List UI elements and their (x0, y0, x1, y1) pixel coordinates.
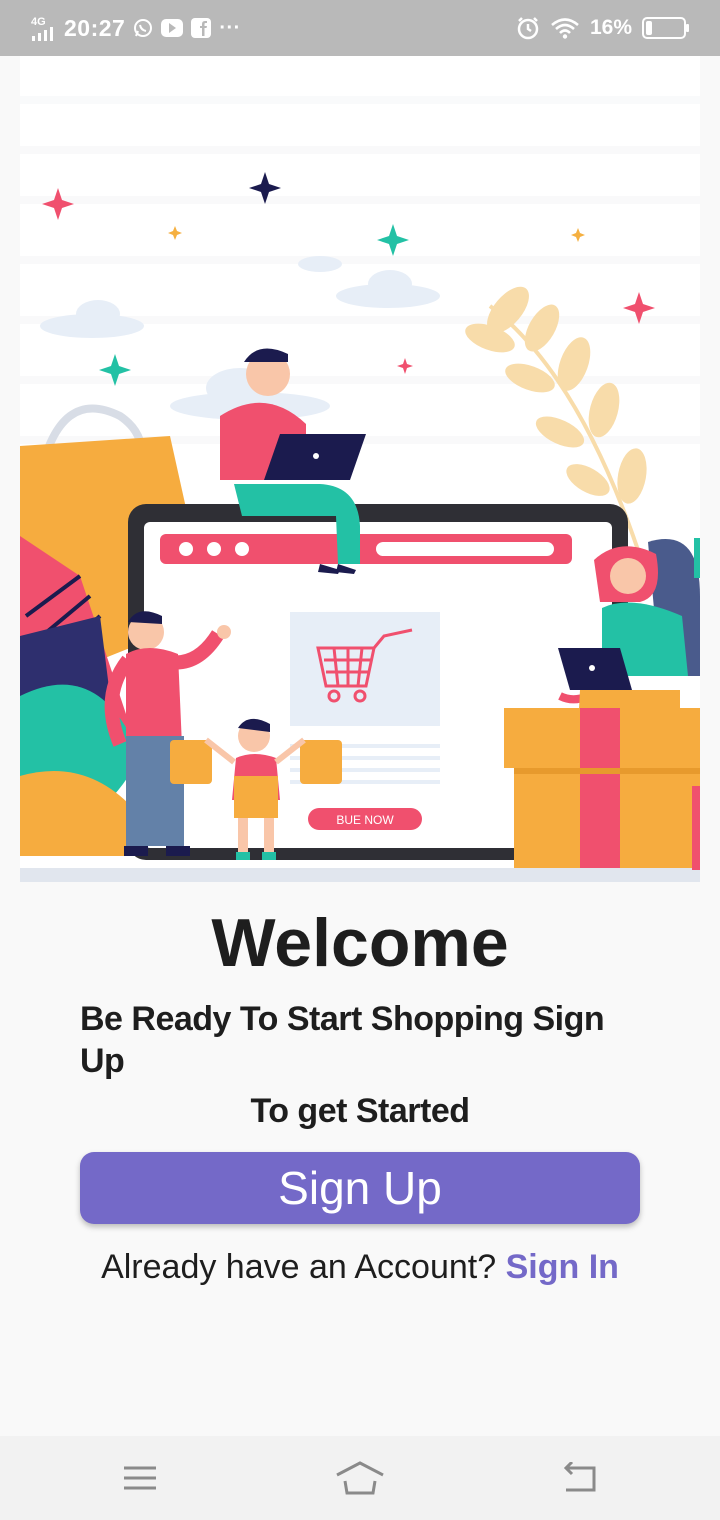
wifi-icon (550, 17, 580, 39)
back-icon (560, 1462, 600, 1494)
sign-in-row: Already have an Account? Sign In (0, 1244, 720, 1290)
whatsapp-icon (133, 18, 153, 38)
back-button[interactable] (550, 1458, 610, 1498)
battery-icon (642, 17, 690, 39)
youtube-icon (161, 19, 184, 37)
welcome-subtitle: Be Ready To Start Shopping Sign Up (80, 1000, 605, 1080)
sparkle-decorations (42, 172, 655, 386)
welcome-title: Welcome (211, 905, 509, 981)
network-label: 4G (31, 16, 46, 28)
status-right: 16% (516, 10, 690, 46)
home-icon (335, 1461, 385, 1495)
navigation-bar (0, 1436, 720, 1520)
battery-percent: 16% (589, 16, 632, 39)
signal-icon: 4G (30, 14, 56, 42)
status-bar: 4G 20:27 ··· 16% (0, 0, 720, 56)
more-notifications: ··· (219, 16, 241, 39)
status-left: 4G 20:27 ··· (30, 10, 241, 46)
account-prompt: Already have an Account? (101, 1248, 497, 1286)
clock: 20:27 (64, 14, 126, 41)
sign-in-link[interactable]: Sign In (506, 1248, 619, 1286)
menu-button[interactable] (110, 1458, 170, 1498)
hero-illustration: BUE NOW (20, 56, 700, 882)
sign-up-button[interactable]: Sign Up (80, 1152, 640, 1224)
buy-now-label: BUE NOW (336, 813, 394, 827)
alarm-icon (516, 16, 540, 40)
home-button[interactable] (330, 1458, 390, 1498)
welcome-subtitle-cta: To get Started (250, 1092, 470, 1130)
facebook-icon (191, 18, 212, 38)
menu-icon (122, 1464, 158, 1492)
